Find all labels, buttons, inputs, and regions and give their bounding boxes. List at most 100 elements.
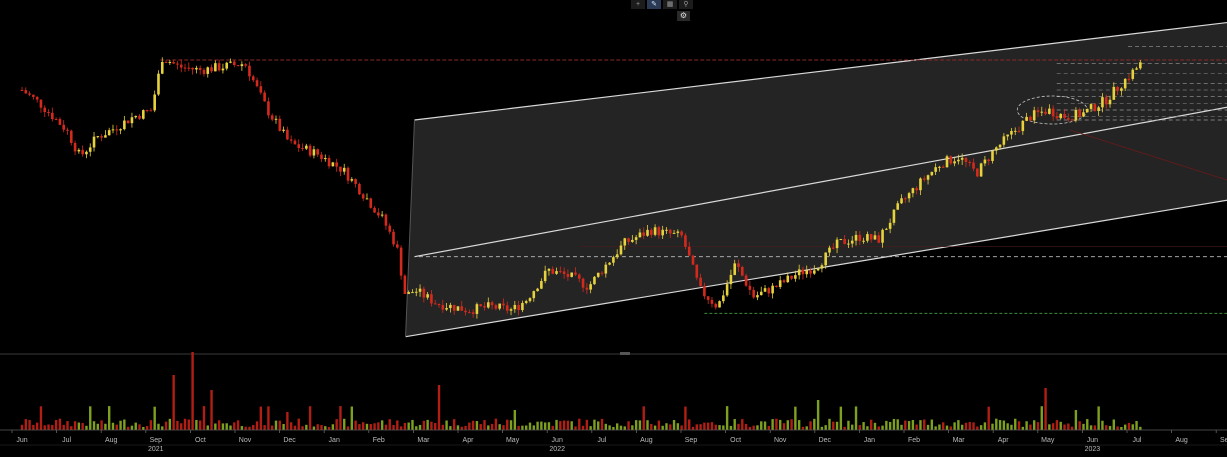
volume-bar-155 [608, 425, 611, 430]
volume-bar-257 [995, 418, 998, 430]
volume-bar-184 [718, 425, 721, 430]
month-label-27: Sep [1220, 437, 1227, 444]
volume-bar-278 [1074, 410, 1078, 430]
candle-body-80 [323, 158, 327, 160]
volume-bar-144 [566, 420, 570, 430]
volume-bar-9 [54, 420, 58, 430]
volume-bar-27 [123, 419, 126, 430]
volume-bar-83 [335, 419, 338, 430]
volume-bar-74 [301, 426, 304, 430]
candle-body-21 [100, 136, 103, 138]
candle-body-53 [221, 68, 225, 71]
candle-body-124 [490, 302, 494, 306]
candle-body-148 [581, 278, 585, 288]
candle-body-123 [486, 302, 490, 308]
volume-bar-162 [634, 420, 638, 430]
candle-body-166 [650, 229, 653, 235]
month-label-3: Sep [150, 437, 163, 444]
volume-bar-218 [847, 420, 850, 430]
volume-bar-1 [24, 419, 27, 430]
volume-bar-277 [1070, 426, 1074, 430]
candle-body-228 [885, 228, 888, 230]
candle-body-235 [911, 188, 915, 194]
candle-body-31 [138, 115, 141, 119]
volume-bar-215 [835, 421, 839, 430]
candle-body-60 [248, 65, 251, 77]
volume-bar-21 [100, 420, 103, 430]
magnifier-icon[interactable]: ⚲ [679, 0, 693, 9]
candle-body-232 [900, 198, 903, 204]
volume-bar-58 [240, 426, 244, 430]
candle-body-47 [198, 67, 202, 70]
candle-body-289 [1116, 86, 1119, 91]
crosshair-icon[interactable]: + [631, 0, 645, 9]
pencil-icon[interactable]: ✎ [647, 0, 661, 9]
volume-bar-105 [418, 424, 422, 430]
candle-body-8 [51, 112, 54, 120]
candle-body-66 [270, 115, 274, 120]
month-label-19: Jan [864, 437, 875, 444]
candle-body-243 [941, 166, 945, 168]
candle-body-45 [191, 67, 194, 70]
volume-bar-24 [111, 422, 115, 430]
candle-body-128 [505, 305, 509, 311]
candle-body-71 [289, 139, 293, 141]
candle-body-26 [119, 129, 122, 131]
volume-bar-283 [1093, 425, 1097, 430]
candle-body-270 [1044, 111, 1047, 114]
candle-body-174 [680, 231, 683, 236]
candle-body-48 [202, 69, 206, 74]
year-label-1: 2022 [549, 446, 565, 452]
volume-bar-168 [657, 420, 661, 430]
candle-body-198 [771, 285, 774, 294]
volume-bar-187 [729, 425, 733, 430]
candle-body-94 [377, 212, 380, 216]
candle-body-271 [1048, 108, 1051, 114]
volume-bar-115 [456, 425, 460, 430]
volume-bar-266 [1029, 424, 1032, 430]
candle-body-140 [551, 268, 555, 274]
volume-bar-195 [760, 421, 763, 430]
volume-bar-130 [513, 410, 517, 430]
volume-bar-44 [187, 419, 191, 430]
candle-body-195 [759, 291, 763, 296]
volume-bar-262 [1014, 418, 1017, 430]
candle-body-65 [267, 101, 270, 116]
volume-bar-198 [771, 419, 774, 430]
candle-body-156 [612, 257, 615, 263]
volume-bar-196 [763, 421, 767, 430]
volume-bar-22 [104, 423, 107, 430]
candle-body-182 [710, 299, 714, 304]
candle-body-199 [775, 285, 778, 287]
candle-body-209 [813, 270, 816, 274]
volume-bar-136 [536, 421, 539, 430]
volume-bar-82 [331, 424, 335, 430]
volume-bar-284 [1097, 406, 1100, 430]
volume-bar-165 [646, 420, 649, 430]
candle-body-159 [623, 238, 627, 246]
volume-bar-223 [866, 426, 869, 430]
candle-body-264 [1021, 120, 1025, 132]
volume-bar-95 [380, 420, 384, 430]
volume-bar-259 [1002, 420, 1006, 430]
chart-icon[interactable]: ▦ [663, 0, 677, 9]
volume-bar-125 [494, 418, 498, 430]
candle-body-163 [638, 232, 642, 238]
pane-resize-handle [620, 352, 630, 355]
volume-bar-181 [706, 422, 710, 430]
candle-body-109 [433, 303, 437, 305]
candle-body-253 [979, 163, 983, 177]
volume-bar-120 [475, 421, 479, 430]
candle-body-12 [66, 129, 69, 131]
volume-bar-140 [551, 425, 554, 430]
candle-body-265 [1025, 116, 1028, 121]
volume-bar-180 [703, 422, 706, 430]
candle-body-142 [559, 271, 562, 273]
volume-bar-145 [570, 421, 573, 430]
candle-body-193 [752, 289, 755, 298]
candle-body-84 [339, 166, 342, 172]
gear-icon[interactable]: ⚙ [677, 11, 690, 21]
volume-bar-295 [1139, 426, 1142, 430]
candle-body-96 [384, 214, 388, 226]
volume-bar-216 [839, 406, 843, 430]
